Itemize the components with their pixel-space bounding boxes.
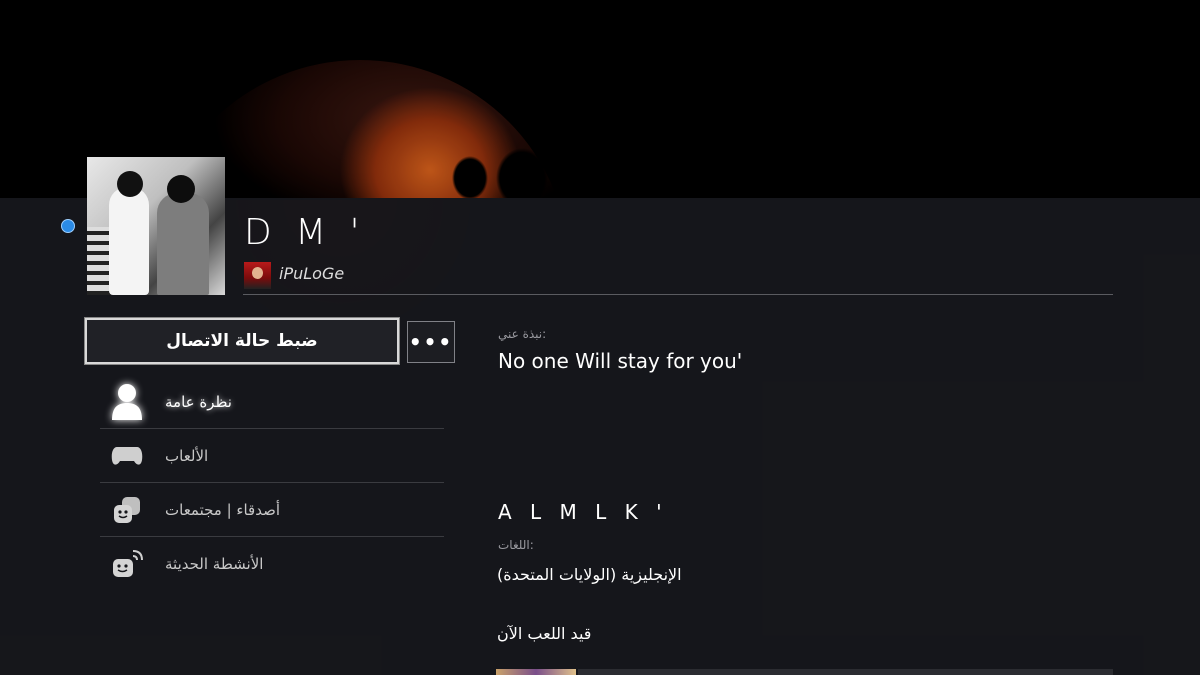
menu-item-overview[interactable]: نظرة عامة [100, 375, 444, 429]
now-playing-game-thumbnail[interactable] [496, 669, 576, 675]
now-playing-game-tile[interactable] [578, 669, 1113, 675]
online-status-indicator [61, 219, 75, 233]
set-online-status-button[interactable]: ضبط حالة الاتصال [85, 318, 399, 364]
profile-alias: A L M L K ' [498, 500, 668, 524]
menu-item-recent-activity[interactable]: الأنشطة الحديثة [100, 537, 444, 590]
menu-item-friends-communities[interactable]: أصدقاء | مجتمعات [100, 483, 444, 537]
about-me-label: نبذة عني: [498, 327, 547, 341]
menu-item-games[interactable]: الألعاب [100, 429, 444, 483]
real-name-avatar [244, 262, 271, 289]
menu-item-label: الألعاب [165, 446, 209, 465]
menu-item-label: أصدقاء | مجتمعات [165, 500, 281, 519]
avatar-figure-left [109, 187, 149, 295]
avatar-figure-left-head [117, 171, 143, 197]
about-me-text: No one Will stay for you' [498, 349, 743, 373]
more-options-button[interactable]: ••• [407, 321, 455, 363]
avatar-figure-right [157, 193, 209, 295]
now-playing-label: قيد اللعب الآن [497, 624, 592, 643]
header-divider [243, 294, 1113, 295]
online-id: D M ' [244, 212, 366, 253]
profile-avatar [87, 157, 225, 295]
more-options-icon: ••• [408, 330, 454, 354]
languages-value: الإنجليزية (الولايات المتحدة) [497, 565, 682, 584]
menu-item-label: الأنشطة الحديثة [165, 554, 264, 573]
gamepad-icon [110, 439, 144, 473]
recent-activity-icon [110, 547, 144, 581]
profile-menu: نظرة عامة الألعاب أصدقاء | مجتمعات الأنش… [100, 375, 444, 590]
person-icon [110, 383, 144, 420]
languages-label: اللغات: [498, 538, 534, 552]
set-online-status-label: ضبط حالة الاتصال [166, 331, 318, 351]
menu-item-label: نظرة عامة [165, 392, 232, 411]
avatar-figure-right-head [167, 175, 195, 203]
real-name: iPuLoGe [279, 264, 345, 283]
friends-communities-icon [110, 493, 144, 527]
